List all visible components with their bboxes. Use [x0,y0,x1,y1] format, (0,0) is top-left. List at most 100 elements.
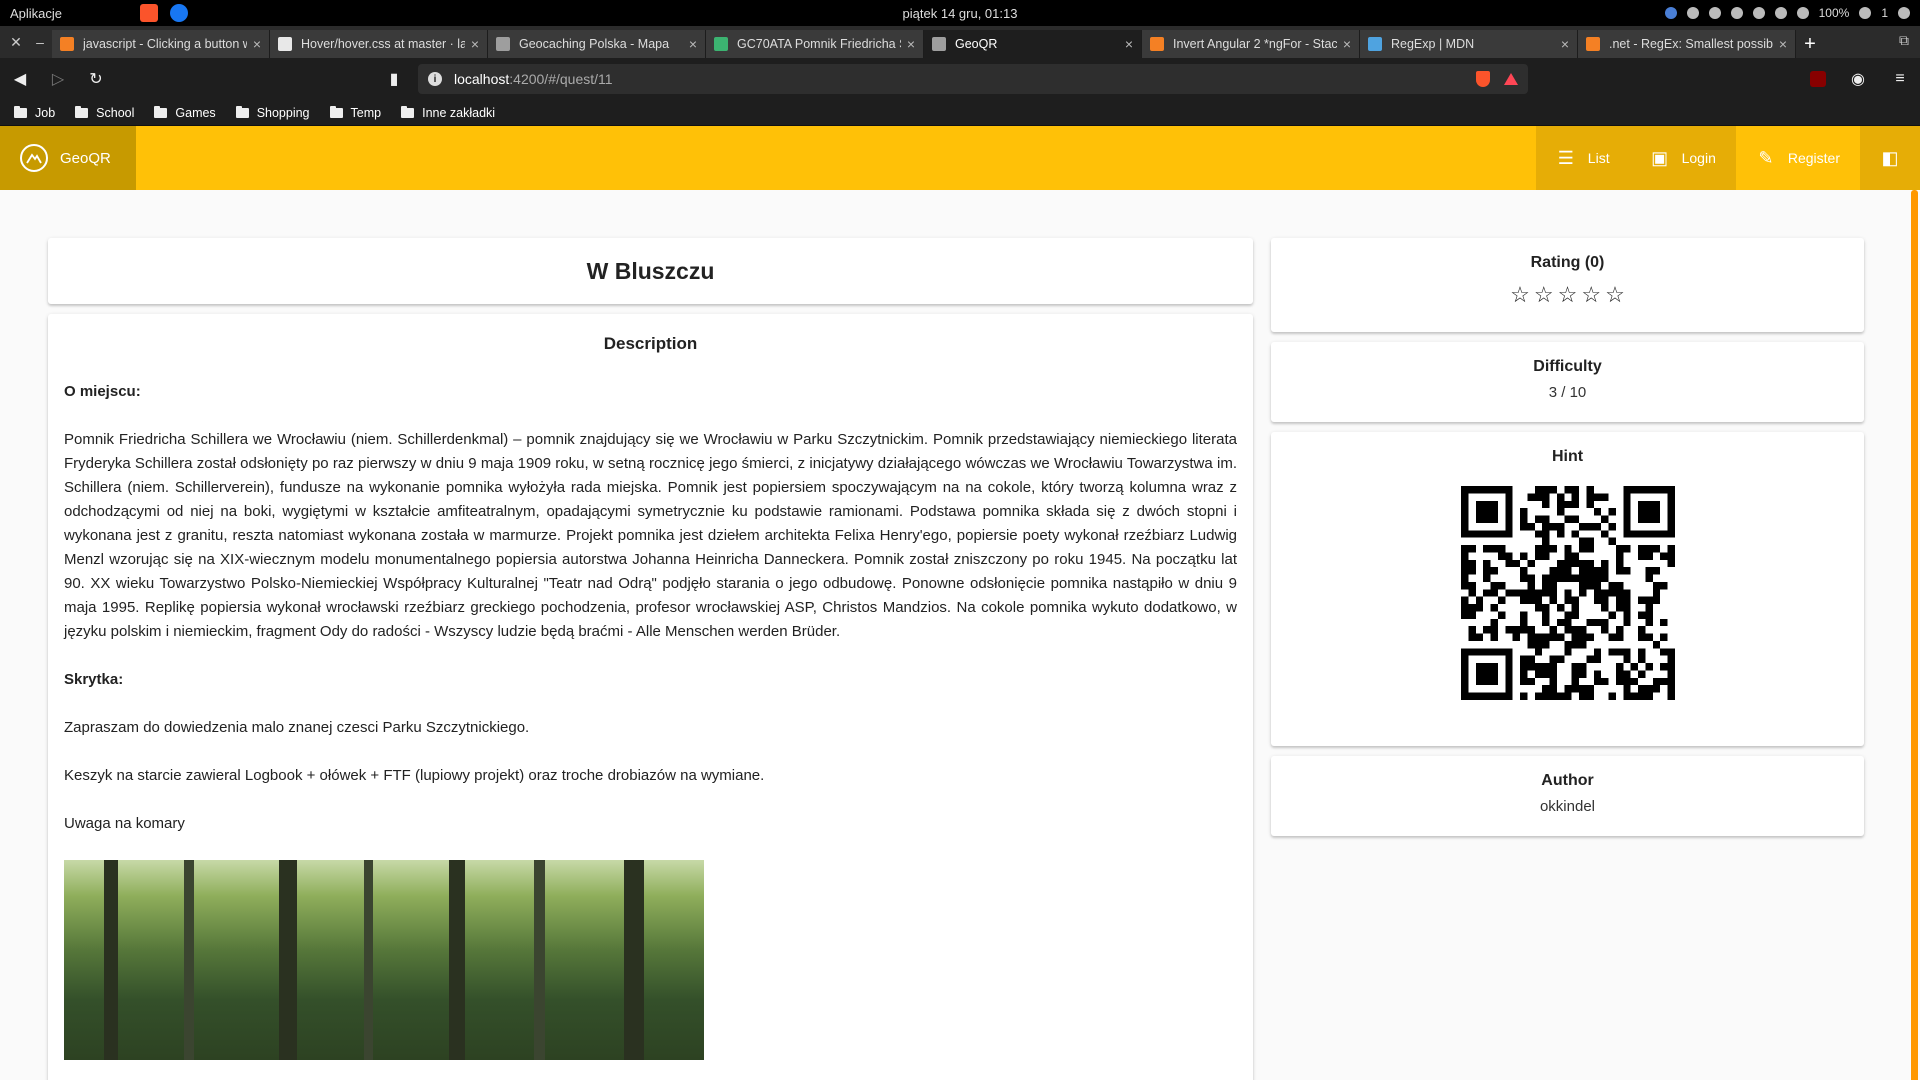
browser-tab[interactable]: Hover/hover.css at master · la × [270,30,488,58]
star-icon[interactable]: ☆ [1534,282,1554,308]
browser-menu-icon[interactable]: ≡ [1890,69,1910,89]
browser-tab[interactable]: Invert Angular 2 *ngFor - Stack × [1142,30,1360,58]
new-tab-button[interactable]: + [1796,30,1824,58]
bookmark-folder[interactable]: Inne zakładki [401,105,495,120]
attachment-icon[interactable] [1708,7,1721,19]
close-tab-icon[interactable]: × [1343,36,1351,52]
battery-icon[interactable] [1796,7,1809,19]
brand-name: GeoQR [60,149,111,167]
bookmark-label: School [96,105,135,120]
bookmark-folder[interactable]: Temp [329,105,382,120]
close-tab-icon[interactable]: × [689,36,697,52]
browser-tab[interactable]: GeoQR × [924,30,1142,58]
account-box-icon: ▣ [1651,147,1669,168]
tab-title: Invert Angular 2 *ngFor - Stack [1173,37,1337,51]
difficulty-label: Difficulty [1533,358,1602,375]
browser-tab[interactable]: javascript - Clicking a button w × [52,30,270,58]
system-clock[interactable]: piątek 14 gru, 01:13 [0,6,1920,21]
profile-icon[interactable]: ◉ [1848,69,1868,89]
register-button[interactable]: ✎ Register [1736,126,1860,190]
hint-qr-code [1460,486,1675,700]
tab-title: Geocaching Polska - Mapa [519,37,670,51]
ublock-extension-icon[interactable] [1810,71,1826,87]
restore-window-icon[interactable]: ⧉ [1894,30,1914,50]
close-tab-icon[interactable]: × [1561,36,1569,52]
app-toolbar: GeoQR ☰ List ▣ Login ✎ Register ◧ [0,126,1920,1080]
browser-tab[interactable]: GC70ATA Pomnik Friedricha S × [706,30,924,58]
reload-button[interactable]: ↻ [86,69,106,89]
address-bar[interactable]: i localhost:4200/#/quest/11 [418,64,1528,94]
tab-list: javascript - Clicking a button w × Hover/h… [52,30,1796,58]
minimize-window-icon[interactable]: – [30,32,50,52]
login-button[interactable]: ▣ Login [1629,126,1736,190]
folder-icon [14,105,27,118]
bookmark-folder[interactable]: Games [154,105,216,120]
bookmark-label: Shopping [256,105,310,120]
close-tab-icon[interactable]: × [1779,36,1787,52]
difficulty-card: Difficulty 3 / 10 [1271,342,1864,422]
star-icon[interactable]: ☆ [1605,282,1625,308]
applications-menu[interactable]: Aplikacje [10,6,62,21]
url-host: localhost [454,71,510,87]
brave-rewards-icon[interactable] [1504,73,1518,85]
login-label: Login [1681,150,1716,166]
tab-favicon-icon [1586,37,1600,51]
close-tab-icon[interactable]: × [253,36,261,52]
brave-shields-icon[interactable] [1476,71,1490,87]
battery-percentage: 100% [1818,6,1850,20]
location-icon[interactable] [1686,7,1699,19]
brave-browser-icon[interactable] [140,4,159,22]
bookmark-label: Temp [350,105,382,120]
quest-title-card: W Bluszczu [48,238,1253,304]
bookmark-folder[interactable]: Shopping [235,105,310,120]
tab-favicon-icon [496,37,510,51]
os-top-bar: Aplikacje piątek 14 gru, 01:13 100% 1 [0,0,1920,26]
tab-strip: ✕ – javascript - Clicking a button w × Hov… [0,26,1920,58]
difficulty-value: 3 / 10 [1548,384,1587,401]
list-icon: ☰ [1557,147,1574,168]
star-icon[interactable]: ☆ [1581,282,1601,308]
close-tab-icon[interactable]: × [907,36,915,52]
url-path: :4200/#/quest/11 [509,71,613,87]
notification-count: 1 [1881,6,1888,20]
brand-home-link[interactable]: GeoQR [0,126,136,190]
site-info-icon[interactable]: i [428,72,442,86]
browser-tab[interactable]: .net - RegEx: Smallest possibl × [1578,30,1796,58]
wifi-icon[interactable] [1752,7,1765,19]
author-label: Author [1541,772,1594,789]
browser-tab[interactable]: Geocaching Polska - Mapa × [488,30,706,58]
tab-favicon-icon [278,37,292,51]
description-card: Description O miejscu: Pomnik Friedricha … [48,314,1253,1080]
bluetooth-icon[interactable] [1730,7,1743,19]
rating-label: Rating (0) [1530,254,1605,271]
vpn-icon[interactable] [1664,7,1677,19]
quest-title: W Bluszczu [586,257,715,284]
tab-title: .net - RegEx: Smallest possibl [1609,37,1773,51]
theme-button[interactable]: ◧ [1860,126,1920,190]
close-tab-icon[interactable]: × [1125,36,1133,52]
bookmark-folder[interactable]: Job [14,105,56,120]
volume-icon[interactable] [1774,7,1787,19]
bookmark-page-icon[interactable]: ▮ [384,69,404,89]
tab-title: GeoQR [955,37,998,51]
notifications-icon[interactable] [1859,7,1872,19]
star-icon[interactable]: ☆ [1510,282,1530,308]
bookmark-label: Games [175,105,216,120]
list-button[interactable]: ☰ List [1535,126,1630,190]
star-icon[interactable]: ☆ [1558,282,1578,308]
back-button[interactable]: ◀ [10,69,30,89]
geoqr-logo-icon [20,144,48,172]
bookmark-label: Job [35,105,56,120]
close-tab-icon[interactable]: × [471,36,479,52]
rating-stars[interactable]: ☆ ☆ ☆ ☆ ☆ [1271,282,1864,308]
browser-tab[interactable]: RegExp | MDN × [1360,30,1578,58]
close-window-icon[interactable]: ✕ [6,32,26,52]
register-label: Register [1787,150,1840,166]
forward-button[interactable]: ▷ [48,69,68,89]
tab-favicon-icon [714,37,728,51]
messenger-icon[interactable] [170,4,189,22]
tab-favicon-icon [1368,37,1382,51]
user-icon[interactable] [1898,7,1910,19]
folder-icon [154,105,168,118]
bookmark-folder[interactable]: School [75,105,135,120]
